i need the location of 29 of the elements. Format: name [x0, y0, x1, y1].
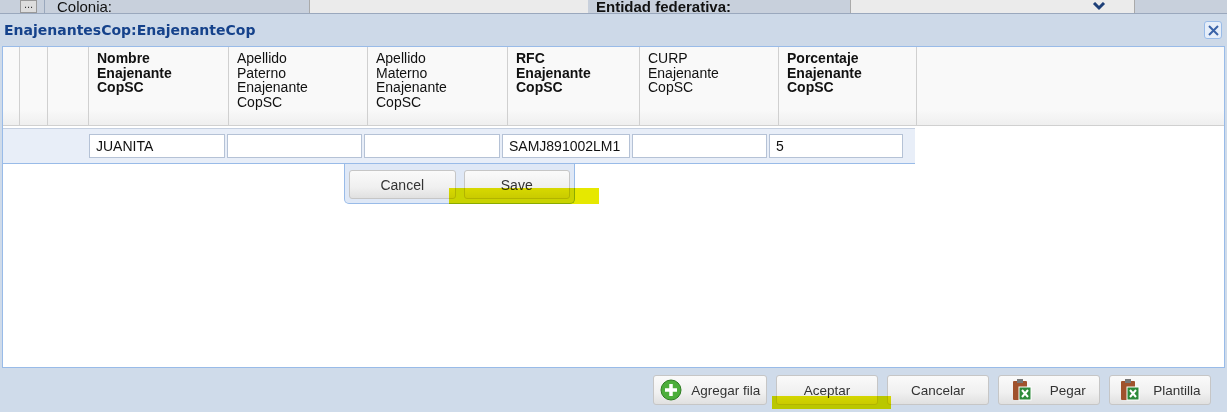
cell-input[interactable]: SAMJ891002LM1 [502, 134, 630, 158]
column-header[interactable]: CURP Enajenante CopSC [648, 51, 743, 95]
column-header[interactable]: RFC Enajenante CopSC [516, 51, 611, 95]
column-header[interactable]: Porcentaje Enajenante CopSC [787, 51, 882, 95]
field-label: Entidad federativa: [595, 0, 733, 13]
plus-icon [659, 379, 682, 401]
footer-button[interactable]: Pegar [998, 375, 1100, 405]
column-header[interactable]: Apellido Paterno Enajenante CopSC [237, 51, 332, 109]
clipboard-spreadsheet-icon [1119, 379, 1140, 401]
dialog-title: EnajenantesCop:EnajenanteCop [4, 22, 256, 38]
cell-input[interactable]: 5 [769, 134, 903, 158]
row-editor-button[interactable]: Cancel [349, 170, 456, 199]
field-label: Colonia: [56, 0, 114, 13]
footer-button[interactable]: Agregar fila [653, 375, 767, 405]
dropdown-field[interactable] [850, 0, 1135, 13]
close-icon [1207, 24, 1219, 36]
ellipsis-button[interactable]: ... [20, 0, 37, 13]
cell-input[interactable]: JUANITA [89, 134, 225, 158]
clipboard-spreadsheet-icon [1012, 379, 1033, 401]
cell-input[interactable] [632, 134, 767, 158]
cell-input[interactable] [364, 134, 500, 158]
column-header[interactable]: Apellido Materno Enajenante CopSC [376, 51, 471, 109]
footer-button[interactable]: Cancelar [887, 375, 989, 405]
input-field[interactable] [309, 0, 588, 13]
close-button[interactable] [1204, 21, 1222, 39]
footer-button[interactable]: Plantilla [1109, 375, 1211, 405]
chevron-down-icon [1092, 2, 1106, 11]
cell-input[interactable] [227, 134, 362, 158]
column-header[interactable]: Nombre Enajenante CopSC [97, 51, 192, 95]
